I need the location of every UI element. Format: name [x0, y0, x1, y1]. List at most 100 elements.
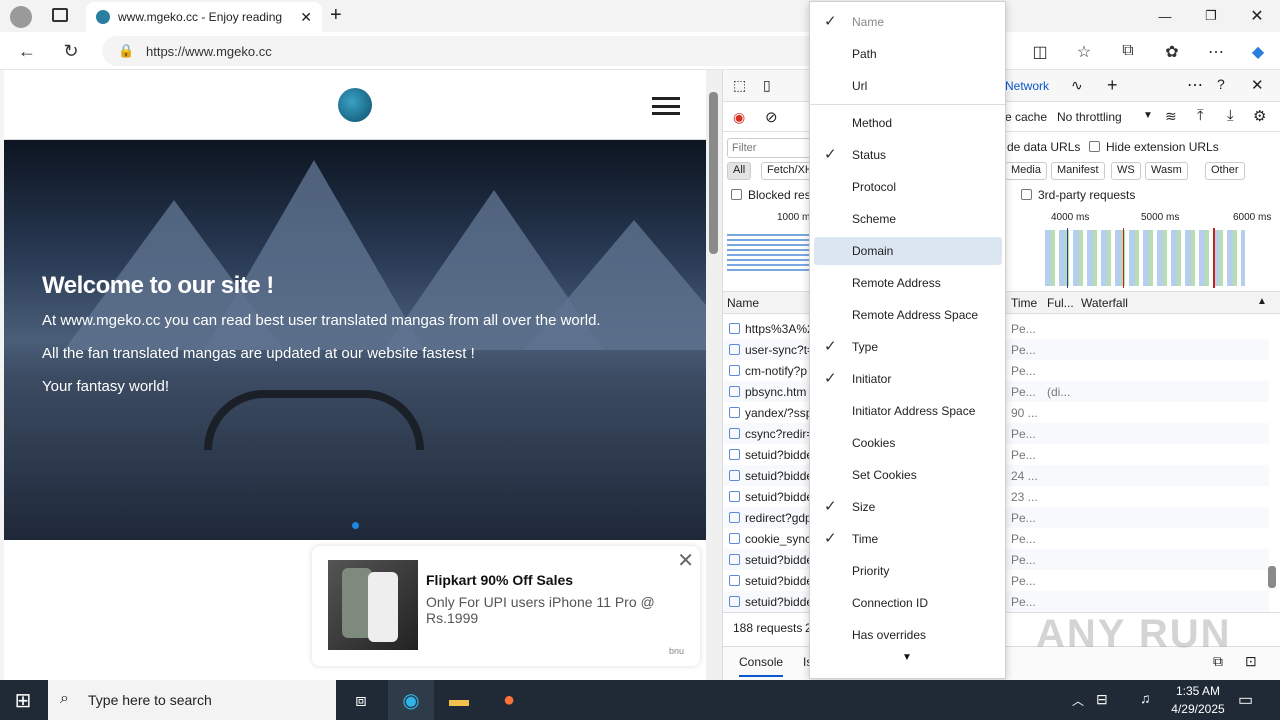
- blocked-checkbox[interactable]: [731, 189, 742, 200]
- menu-item-domain[interactable]: Domain: [814, 237, 1002, 265]
- watermark-logo: ANY RUN: [1036, 612, 1232, 656]
- inspect-icon[interactable]: ⬚: [733, 77, 746, 94]
- tray-chevron-icon[interactable]: ︿: [1072, 692, 1084, 709]
- hide-data-urls-label[interactable]: de data URLs: [1007, 140, 1080, 154]
- edge-taskbar-icon[interactable]: ◉: [388, 680, 434, 720]
- split-screen-icon[interactable]: ◫: [1028, 42, 1052, 62]
- more-options-icon[interactable]: ⋯: [1204, 42, 1228, 62]
- add-tab-icon[interactable]: +: [1107, 75, 1118, 96]
- menu-item-status[interactable]: ✓ Status: [814, 141, 1002, 169]
- browser-tab[interactable]: www.mgeko.cc - Enjoy reading ✕: [86, 2, 322, 32]
- clock[interactable]: 1:35 AM 4/29/2025: [1166, 682, 1230, 718]
- tab-network[interactable]: Network: [1005, 79, 1049, 93]
- copilot-icon[interactable]: ◆: [1246, 42, 1270, 62]
- collections-icon[interactable]: ⧉: [1116, 42, 1140, 60]
- close-devtools-icon[interactable]: ✕: [1251, 76, 1264, 94]
- menu-item-connection-id[interactable]: Connection ID: [814, 589, 1002, 617]
- menu-item-initiator-address-space[interactable]: Initiator Address Space: [814, 397, 1002, 425]
- chip-media[interactable]: Media: [1005, 162, 1047, 180]
- throttle-dropdown-icon[interactable]: ▼: [1143, 110, 1153, 121]
- device-icon[interactable]: ▯: [763, 77, 771, 94]
- chip-manifest[interactable]: Manifest: [1051, 162, 1105, 180]
- col-full[interactable]: Ful...: [1047, 296, 1074, 310]
- refresh-button[interactable]: ↻: [56, 36, 86, 66]
- ad-popup[interactable]: Flipkart 90% Off Sales Only For UPI user…: [312, 546, 700, 666]
- menu-item-size[interactable]: ✓ Size: [814, 493, 1002, 521]
- drawer-screenshot-icon[interactable]: ⊡: [1245, 653, 1257, 670]
- chip-wasm[interactable]: Wasm: [1145, 162, 1188, 180]
- site-logo[interactable]: [338, 88, 372, 122]
- extensions-icon[interactable]: ✿: [1160, 42, 1184, 62]
- page-scrollbar[interactable]: [706, 70, 722, 680]
- menu-item-initiator[interactable]: ✓ Initiator: [814, 365, 1002, 393]
- menu-item-scheme[interactable]: Scheme: [814, 205, 1002, 233]
- settings-icon[interactable]: ⚙: [1253, 107, 1266, 125]
- checkmark-icon: ✓: [824, 146, 837, 163]
- restore-button[interactable]: ❐: [1188, 0, 1234, 32]
- record-icon[interactable]: ◉: [733, 109, 745, 126]
- disable-cache-label[interactable]: e cache: [1005, 110, 1047, 124]
- file-explorer-icon[interactable]: ▬: [436, 680, 482, 720]
- menu-item-time[interactable]: ✓ Time: [814, 525, 1002, 553]
- upload-icon[interactable]: ⤒: [1197, 107, 1204, 124]
- menu-item-remote-address[interactable]: Remote Address: [814, 269, 1002, 297]
- col-time[interactable]: Time: [1011, 296, 1037, 310]
- tab-actions-icon[interactable]: [52, 8, 68, 22]
- menu-hamburger-icon[interactable]: [652, 97, 680, 115]
- throttling-select[interactable]: No throttling: [1057, 110, 1122, 124]
- blocked-requests-label[interactable]: Blocked res: [731, 188, 811, 202]
- back-button[interactable]: ←: [12, 36, 42, 66]
- clear-icon[interactable]: ⊘: [765, 108, 778, 126]
- col-name[interactable]: Name: [727, 296, 759, 310]
- menu-item-cookies[interactable]: Cookies: [814, 429, 1002, 457]
- third-party-checkbox[interactable]: [1021, 189, 1032, 200]
- third-party-label[interactable]: 3rd-party requests: [1021, 188, 1135, 202]
- menu-item-protocol[interactable]: Protocol: [814, 173, 1002, 201]
- row-name: csync?redir=: [745, 427, 809, 441]
- close-tab-icon[interactable]: ✕: [300, 9, 312, 26]
- new-tab-button[interactable]: +: [330, 4, 342, 27]
- minimize-button[interactable]: —: [1142, 0, 1188, 32]
- carousel-dot[interactable]: [352, 522, 359, 529]
- close-window-button[interactable]: ✕: [1234, 0, 1280, 32]
- notification-icon[interactable]: ▭: [1238, 690, 1253, 710]
- tray-volume-icon[interactable]: ♫: [1140, 690, 1151, 706]
- menu-item-has-overrides[interactable]: Has overrides: [814, 621, 1002, 649]
- menu-item-remote-address-space[interactable]: Remote Address Space: [814, 301, 1002, 329]
- hide-extension-checkbox[interactable]: [1089, 141, 1100, 152]
- row-name: setuid?bidde: [745, 553, 809, 567]
- menu-item-name[interactable]: ✓ Name: [814, 8, 1002, 36]
- col-waterfall[interactable]: Waterfall: [1081, 296, 1128, 310]
- menu-item-method[interactable]: Method: [814, 109, 1002, 137]
- help-icon[interactable]: ?: [1217, 76, 1225, 92]
- favorites-icon[interactable]: ☆: [1072, 42, 1096, 62]
- task-view-icon[interactable]: ⧈: [338, 680, 384, 720]
- close-ad-icon[interactable]: ✕: [677, 548, 694, 573]
- address-bar[interactable]: 🔒 https://www.mgeko.cc: [102, 36, 822, 66]
- chip-all[interactable]: All: [727, 162, 752, 180]
- chip-other[interactable]: Other: [1205, 162, 1245, 180]
- ad-subtitle[interactable]: Only For UPI users iPhone 11 Pro @ Rs.19…: [426, 594, 656, 626]
- scroll-down-icon[interactable]: ▼: [902, 652, 912, 663]
- chip-ws[interactable]: WS: [1111, 162, 1141, 180]
- performance-icon[interactable]: ∿: [1071, 77, 1083, 94]
- sort-ascending-icon[interactable]: ▲: [1257, 296, 1267, 307]
- menu-item-path[interactable]: Path: [814, 40, 1002, 68]
- menu-item-type[interactable]: ✓ Type: [814, 333, 1002, 361]
- filter-input[interactable]: Filter: [727, 138, 811, 158]
- table-scrollbar[interactable]: [1267, 318, 1277, 608]
- drawer-tab-console[interactable]: Console: [739, 655, 784, 677]
- start-button[interactable]: ⊞: [0, 680, 46, 720]
- wifi-icon[interactable]: ≋: [1165, 108, 1177, 125]
- menu-item-url[interactable]: Url: [814, 72, 1002, 100]
- hide-extension-urls-label[interactable]: Hide extension URLs: [1089, 140, 1219, 154]
- firefox-icon[interactable]: ●: [486, 680, 532, 720]
- profile-avatar[interactable]: [10, 6, 32, 28]
- devtools-more-icon[interactable]: ⋯: [1187, 75, 1203, 95]
- tray-network-icon[interactable]: ⊟: [1096, 691, 1108, 708]
- ad-title[interactable]: Flipkart 90% Off Sales: [426, 572, 573, 588]
- menu-item-set-cookies[interactable]: Set Cookies: [814, 461, 1002, 489]
- download-icon[interactable]: ⤓: [1227, 107, 1234, 124]
- taskbar-search[interactable]: ⌕ Type here to search: [48, 680, 336, 720]
- menu-item-priority[interactable]: Priority: [814, 557, 1002, 585]
